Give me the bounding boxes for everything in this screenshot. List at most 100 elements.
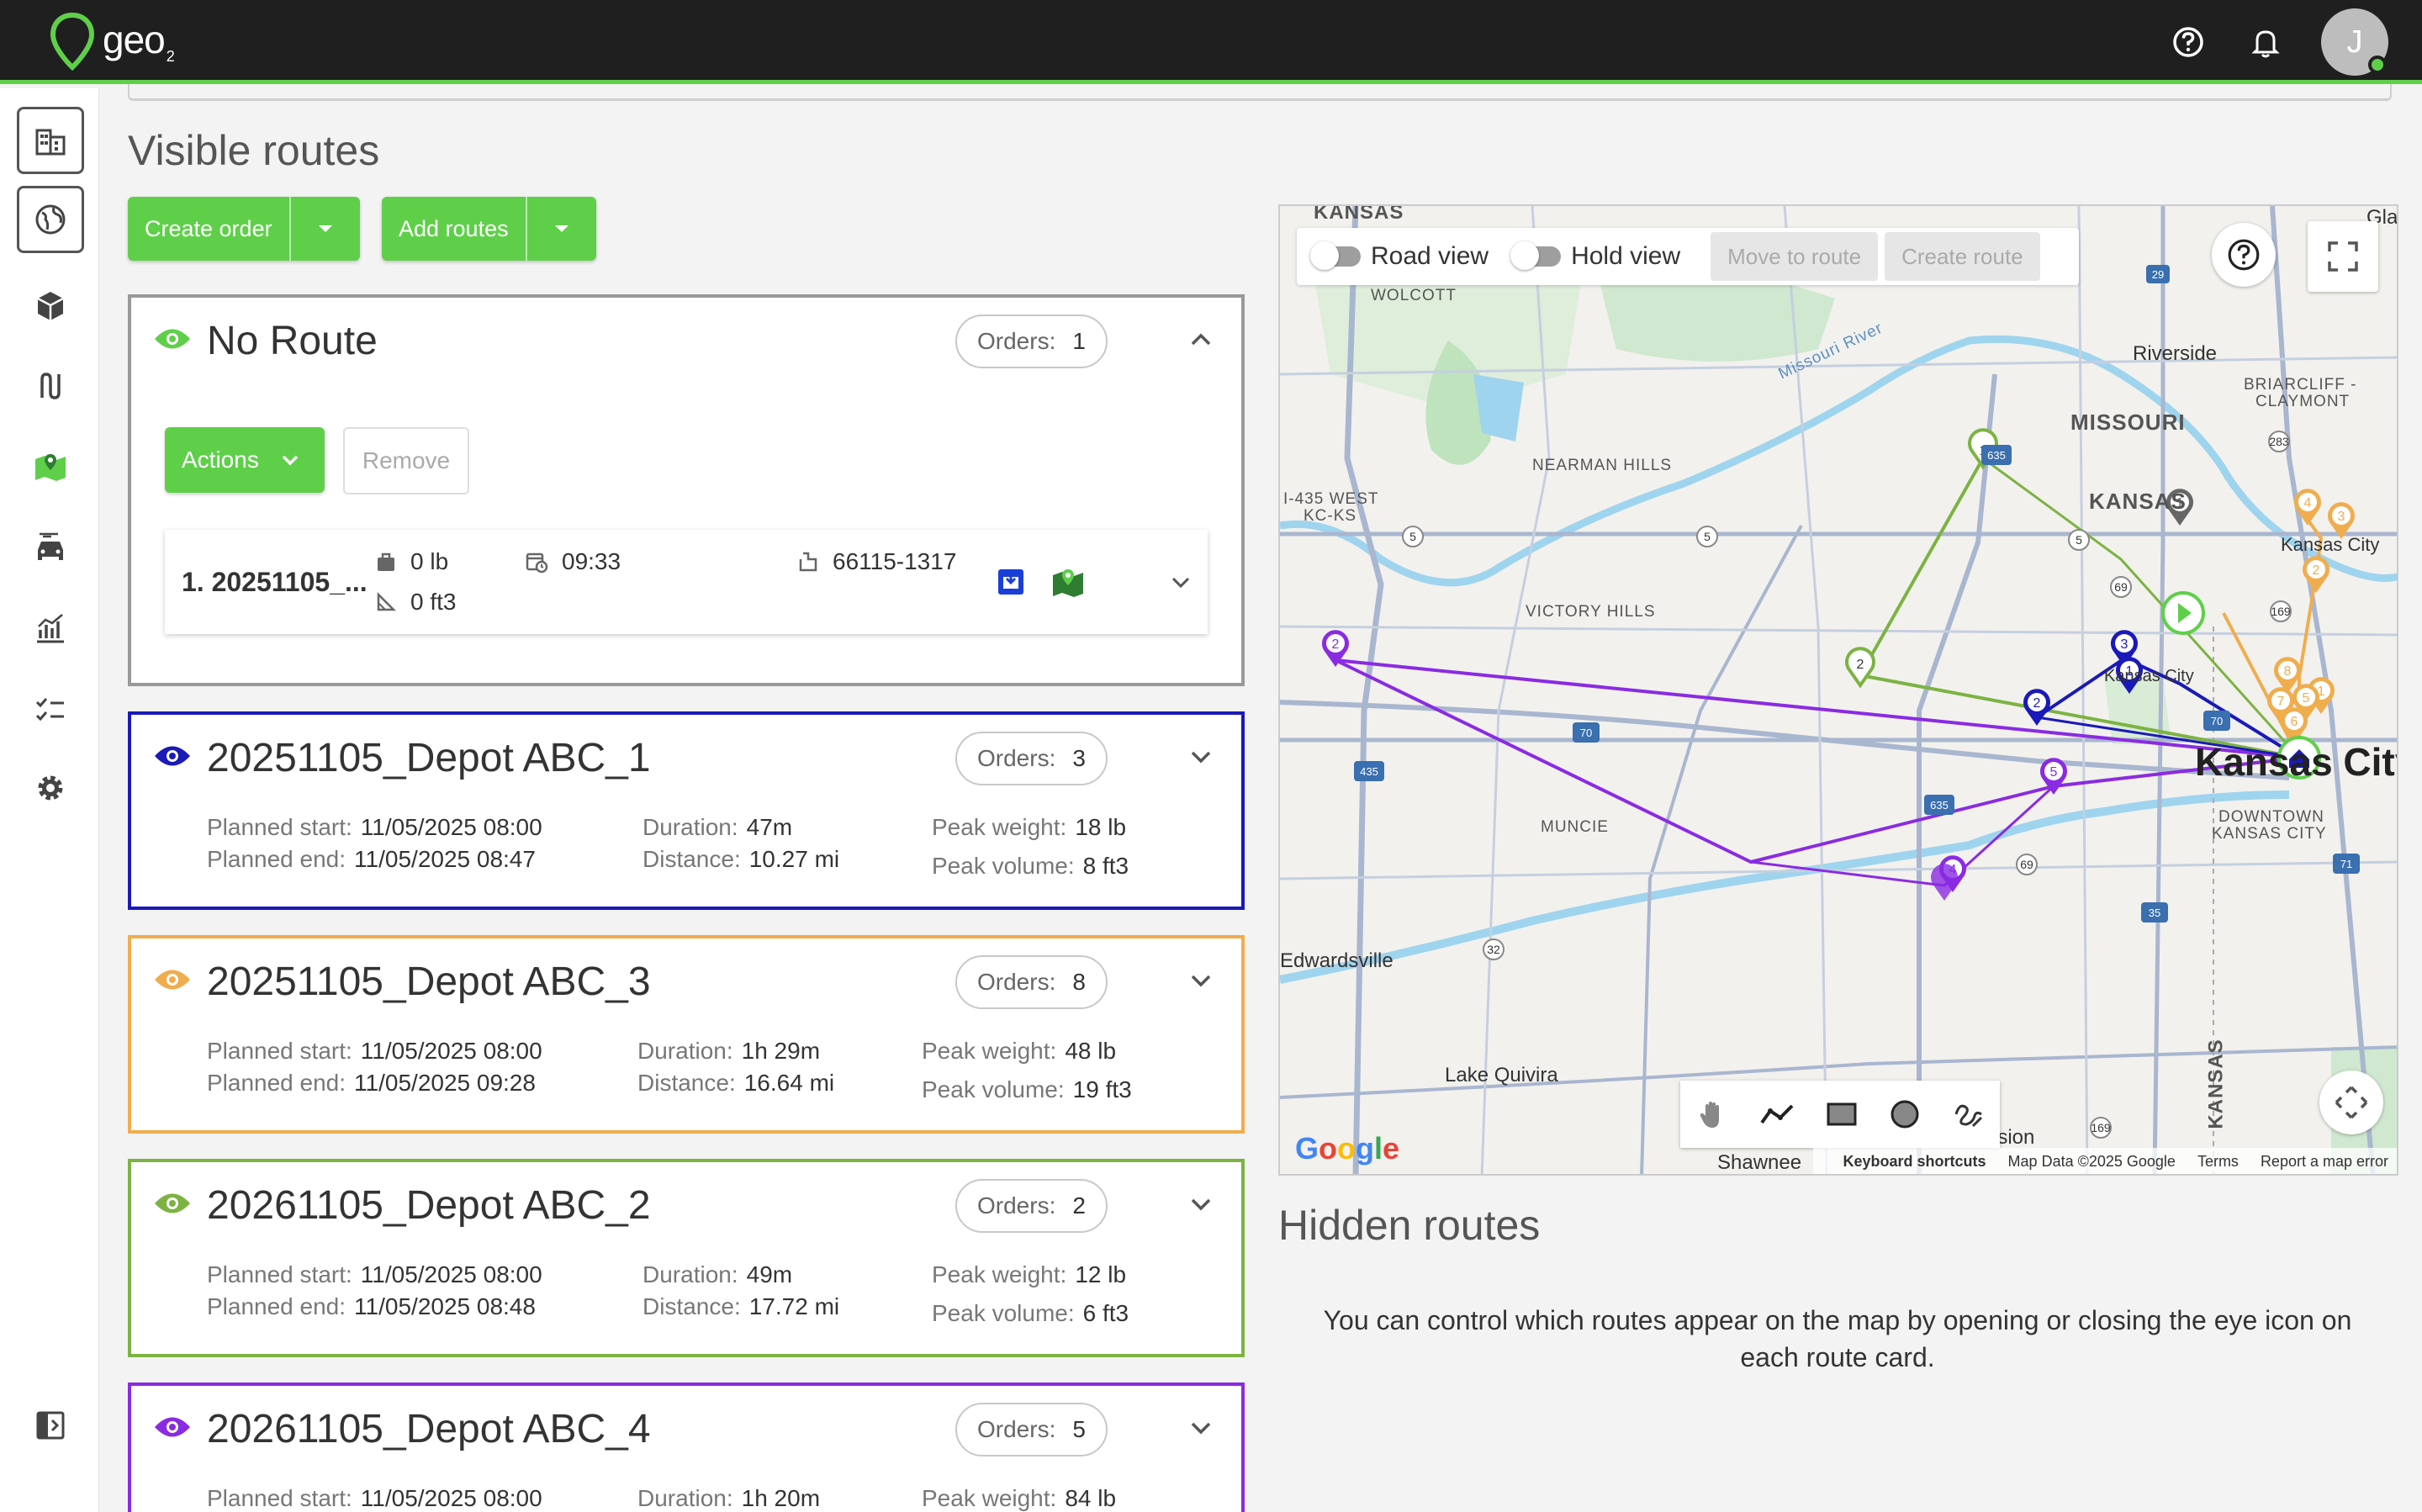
sidebar-item-packages[interactable]: [17, 272, 84, 339]
route-stop-marker[interactable]: 2: [2023, 689, 2050, 726]
map-place-label: WOLCOTT: [1371, 287, 1457, 304]
remove-button[interactable]: Remove: [343, 427, 469, 494]
assign-route-icon[interactable]: [996, 567, 1026, 597]
header-panel-edge: [128, 84, 2392, 101]
sidebar-item-routes[interactable]: [17, 352, 84, 420]
sidebar-item-buildings[interactable]: [17, 107, 84, 174]
map-footer: Keyboard shortcuts Map Data ©2025 Google…: [1812, 1148, 2397, 1174]
eye-icon[interactable]: [153, 967, 192, 992]
duration: Duration: 49m: [643, 1261, 793, 1287]
orders-count-badge: Orders: 8: [955, 955, 1108, 1009]
route-icon: [40, 373, 61, 399]
peak-volume: Peak volume: 6 ft3: [932, 1300, 1129, 1326]
recenter-icon: [2335, 1086, 2368, 1119]
map-place-label: KC-KS: [1304, 507, 1357, 525]
no-route-card: No Route Orders: 1 Actions Remove 1. 2025…: [128, 294, 1245, 686]
report-map-error-link[interactable]: Report a map error: [2261, 1153, 2388, 1171]
eye-icon[interactable]: [153, 1414, 192, 1440]
chevron-up-icon[interactable]: [1186, 325, 1216, 355]
sidebar-collapse-button[interactable]: [17, 1392, 84, 1459]
hidden-routes-message: You can control which routes appear on t…: [1323, 1305, 2352, 1372]
svg-text:35: 35: [2149, 907, 2160, 919]
building-icon: [35, 129, 66, 156]
user-avatar[interactable]: J: [2321, 8, 2388, 76]
route-stop-marker[interactable]: 2: [2303, 556, 2329, 593]
map-place-label: NEARMAN HILLS: [1532, 457, 1673, 474]
map-place-label: KANSAS CITY: [2212, 825, 2327, 843]
add-routes-button[interactable]: Add routes: [382, 197, 527, 261]
eye-icon[interactable]: [153, 1191, 192, 1216]
map-pin-logo-icon: [50, 12, 95, 71]
circle-tool-icon[interactable]: [1888, 1097, 1922, 1131]
svg-text:635: 635: [1987, 449, 2006, 462]
route-card: 20261105_Depot ABC_4 Orders: 5 Planned st…: [128, 1382, 1245, 1512]
orders-count-badge: Orders: 2: [955, 1179, 1108, 1233]
orders-count-badge: Orders: 5: [955, 1403, 1108, 1456]
rectangle-tool-icon[interactable]: [1825, 1097, 1859, 1131]
add-routes-dropdown[interactable]: [527, 197, 596, 261]
fullscreen-button[interactable]: [2308, 221, 2378, 292]
sidebar-item-vehicles[interactable]: [17, 515, 84, 583]
chevron-down-icon[interactable]: [1186, 965, 1216, 996]
map-place-label: Riverside: [2133, 342, 2218, 365]
actions-button[interactable]: Actions: [165, 427, 325, 493]
route-title: 20251105_Depot ABC_3: [207, 960, 651, 1004]
sidebar-item-map[interactable]: [17, 433, 84, 500]
eye-icon[interactable]: [153, 326, 192, 352]
chevron-down-icon[interactable]: [1186, 1413, 1216, 1443]
svg-text:2: 2: [2033, 696, 2041, 711]
route-stop-marker[interactable]: 2: [1845, 647, 1875, 689]
peak-weight: Peak weight: 84 lb: [922, 1485, 1117, 1511]
orders-count-badge: Orders: 1: [955, 315, 1108, 368]
settings-icon: [38, 775, 63, 801]
create-route-button[interactable]: Create route: [1885, 232, 2040, 281]
depot-start-marker[interactable]: [2161, 591, 2205, 635]
terms-link[interactable]: Terms: [2197, 1153, 2239, 1171]
chevron-down-icon[interactable]: [1167, 568, 1194, 595]
hold-view-toggle[interactable]: [1510, 241, 1562, 270]
route-map[interactable]: 2 5 4 1 2 3 2 1 1 4 3 2 8 1 5 7 6 555 69…: [1278, 204, 2398, 1176]
move-to-route-button[interactable]: Move to route: [1711, 232, 1879, 281]
polyline-tool-icon[interactable]: [1758, 1097, 1795, 1131]
map-place-label: KANSAS: [1314, 204, 1404, 224]
road-view-toggle[interactable]: [1310, 241, 1361, 270]
create-order-button[interactable]: Create order: [128, 197, 291, 261]
svg-text:6: 6: [2291, 715, 2298, 729]
map-place-label: KANSAS: [2204, 1039, 2228, 1129]
create-order-dropdown[interactable]: [291, 197, 360, 261]
sidebar-item-tasks[interactable]: [17, 675, 84, 743]
keyboard-shortcuts-link[interactable]: Keyboard shortcuts: [1843, 1153, 1986, 1171]
route-stop-marker[interactable]: [1931, 864, 1958, 901]
hold-view-label: Hold view: [1571, 242, 1681, 270]
order-row[interactable]: 1. 20251105_... 0 lb 0 ft3 09:33 66115-1…: [165, 530, 1208, 634]
sidebar-item-settings[interactable]: [17, 754, 84, 822]
planned-start: Planned start: 11/05/2025 08:00: [207, 1485, 542, 1511]
chevron-down-icon[interactable]: [1186, 742, 1216, 772]
svg-text:70: 70: [1580, 727, 1592, 739]
chevron-down-icon[interactable]: [1186, 1189, 1216, 1219]
map-place-label: BRIARCLIFF -: [2244, 376, 2357, 394]
svg-text:69: 69: [2020, 858, 2033, 871]
svg-text:69: 69: [2114, 580, 2128, 594]
eye-icon[interactable]: [153, 743, 192, 769]
hand-pan-icon[interactable]: [1695, 1097, 1729, 1131]
freehand-tool-icon[interactable]: [1951, 1097, 1985, 1131]
svg-text:2: 2: [1857, 658, 1864, 672]
help-button[interactable]: [2150, 3, 2227, 81]
svg-text:283: 283: [2269, 435, 2289, 448]
logo-text: geo 2: [103, 17, 175, 66]
analytics-icon: [37, 614, 64, 643]
svg-text:3: 3: [2121, 637, 2129, 652]
recenter-map-button[interactable]: [2319, 1071, 2383, 1134]
app-logo[interactable]: geo 2: [49, 12, 175, 71]
top-bar: geo 2 J: [0, 0, 2422, 84]
sidebar-item-analytics[interactable]: [17, 595, 84, 662]
map-location-icon[interactable]: [1051, 565, 1085, 599]
map-help-button[interactable]: [2212, 223, 2276, 287]
sidebar-item-globe[interactable]: [17, 186, 84, 253]
caret-down-icon: [554, 225, 568, 232]
map-data-attribution: Map Data ©2025 Google: [2007, 1152, 2176, 1170]
notifications-button[interactable]: [2227, 3, 2304, 81]
planned-start: Planned start: 11/05/2025 08:00: [207, 814, 542, 840]
order-weight: 0 lb: [375, 548, 448, 575]
